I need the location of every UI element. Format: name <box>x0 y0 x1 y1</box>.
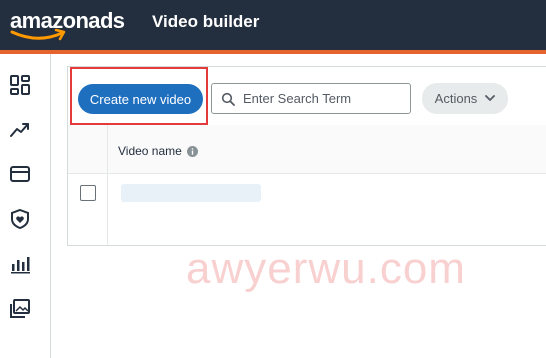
watermark-text: awyerwu.com <box>186 244 466 293</box>
shield-heart-icon[interactable] <box>9 208 31 230</box>
main-content: Create new video Actions Video name <box>51 54 546 358</box>
bar-chart-icon[interactable] <box>9 253 31 275</box>
wallet-icon[interactable] <box>9 163 31 185</box>
chevron-down-icon <box>485 95 496 102</box>
top-bar: amazonads Video builder <box>0 0 546 50</box>
create-new-video-button[interactable]: Create new video <box>78 84 203 114</box>
trend-icon[interactable] <box>9 119 31 141</box>
videos-table-panel: Create new video Actions Video name <box>67 66 546 246</box>
search-input[interactable] <box>243 91 403 106</box>
actions-label: Actions <box>434 91 478 106</box>
column-divider <box>107 125 108 245</box>
smile-arrow-icon <box>10 28 66 41</box>
info-icon[interactable] <box>186 145 198 157</box>
sidebar <box>0 54 51 358</box>
search-icon <box>221 92 235 106</box>
row-select-checkbox[interactable] <box>80 185 96 201</box>
video-name-header-label: Video name <box>118 144 182 158</box>
table-toolbar: Create new video Actions <box>68 67 546 126</box>
page-title: Video builder <box>152 12 260 31</box>
media-library-icon[interactable] <box>9 298 31 320</box>
search-field[interactable] <box>211 83 411 114</box>
dashboard-icon[interactable] <box>9 74 31 96</box>
actions-dropdown[interactable]: Actions <box>422 83 508 114</box>
video-name-cell-blurred[interactable] <box>121 184 261 202</box>
video-name-column-header[interactable]: Video name <box>118 144 198 158</box>
amazon-ads-logo[interactable]: amazonads <box>10 6 125 42</box>
